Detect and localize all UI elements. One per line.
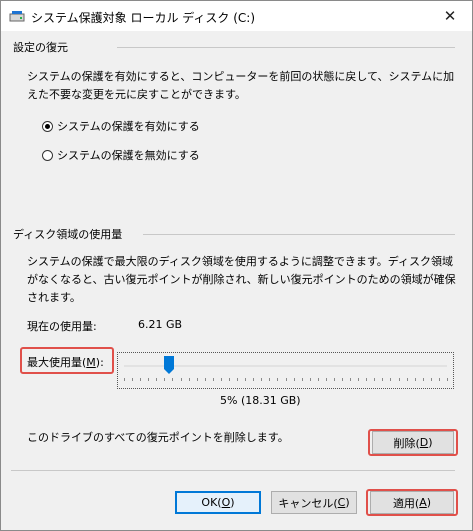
slider-tick: [156, 378, 157, 381]
slider-tick: [277, 378, 278, 381]
title-bar: システム保護対象 ローカル ディスク (C:) ✕: [1, 1, 472, 31]
slider-value-text: 5% (18.31 GB): [220, 394, 301, 407]
max-usage-label: 最大使用量(M):: [27, 356, 104, 369]
usage-description: システムの保護で最大限のディスク領域を使用するように調整できます。ディスク領域が…: [27, 255, 456, 304]
slider-thumb[interactable]: [164, 356, 174, 374]
ok-button[interactable]: OK(O): [175, 491, 261, 514]
slider-tick: [342, 378, 343, 381]
radio-button-checked[interactable]: [42, 120, 53, 132]
slider-tick: [350, 378, 351, 381]
slider-tick: [221, 378, 222, 381]
radio-enable-protection[interactable]: システムの保護を有効にする: [42, 118, 200, 134]
slider-tick: [310, 378, 311, 381]
close-icon: ✕: [443, 7, 457, 25]
slider-tick: [439, 378, 440, 381]
slider-tick: [431, 378, 432, 381]
apply-button[interactable]: 適用(A): [370, 491, 454, 514]
slider-tick: [261, 378, 262, 381]
usage-group-label: ディスク領域の使用量: [13, 228, 123, 241]
slider-tick: [407, 378, 408, 381]
slider-tick: [197, 378, 198, 381]
radio-button[interactable]: [42, 149, 53, 161]
slider-tick: [164, 378, 165, 381]
slider-tick: [318, 378, 319, 381]
current-usage-label: 現在の使用量:: [27, 320, 97, 333]
slider-tick: [205, 378, 206, 381]
slider-tick: [172, 378, 173, 381]
slider-tick: [245, 378, 246, 381]
slider-tick: [237, 378, 238, 381]
slider-tick: [366, 378, 367, 381]
slider-tick: [415, 378, 416, 381]
window-title: システム保護対象 ローカル ディスク (C:): [31, 11, 256, 25]
restore-group-divider: [117, 47, 455, 48]
current-usage-value: 6.21 GB: [138, 318, 183, 331]
slider-tick: [132, 378, 133, 381]
restore-description: システムの保護を有効にすると、コンピューターを前回の状態に戻して、システムに加え…: [27, 70, 455, 101]
slider-tick: [253, 378, 254, 381]
slider-tick: [229, 378, 230, 381]
system-protection-dialog: システム保護対象 ローカル ディスク (C:) ✕ 設定の復元 システムの保護を…: [0, 0, 473, 531]
slider-tick: [358, 378, 359, 381]
slider-tick: [423, 378, 424, 381]
delete-button[interactable]: 削除(D): [372, 431, 454, 454]
restore-group-label: 設定の復元: [13, 41, 68, 54]
slider-tick: [140, 378, 141, 381]
slider-tick: [181, 378, 182, 381]
slider-ticks: [124, 378, 448, 382]
radio-enable-label: システムの保護を有効にする: [57, 120, 200, 133]
slider-tick: [326, 378, 327, 381]
slider-tick: [374, 378, 375, 381]
usage-group-divider: [143, 234, 455, 235]
slider-tick: [302, 378, 303, 381]
slider-tick: [390, 378, 391, 381]
close-button[interactable]: ✕: [428, 1, 472, 31]
slider-tick: [189, 378, 190, 381]
slider-tick: [447, 378, 448, 381]
slider-tick: [148, 378, 149, 381]
slider-tick: [124, 378, 125, 381]
drive-icon: [9, 11, 25, 22]
slider-tick: [399, 378, 400, 381]
delete-description: このドライブのすべての復元ポイントを削除します。: [27, 431, 289, 444]
max-usage-slider[interactable]: [117, 352, 454, 389]
slider-tick: [286, 378, 287, 381]
slider-tick: [269, 378, 270, 381]
radio-disable-label: システムの保護を無効にする: [57, 149, 200, 162]
slider-tick: [334, 378, 335, 381]
cancel-button[interactable]: キャンセル(C): [271, 491, 357, 514]
radio-disable-protection[interactable]: システムの保護を無効にする: [42, 147, 200, 163]
slider-tick: [382, 378, 383, 381]
slider-tick: [294, 378, 295, 381]
slider-tick: [213, 378, 214, 381]
footer-divider: [11, 470, 455, 471]
